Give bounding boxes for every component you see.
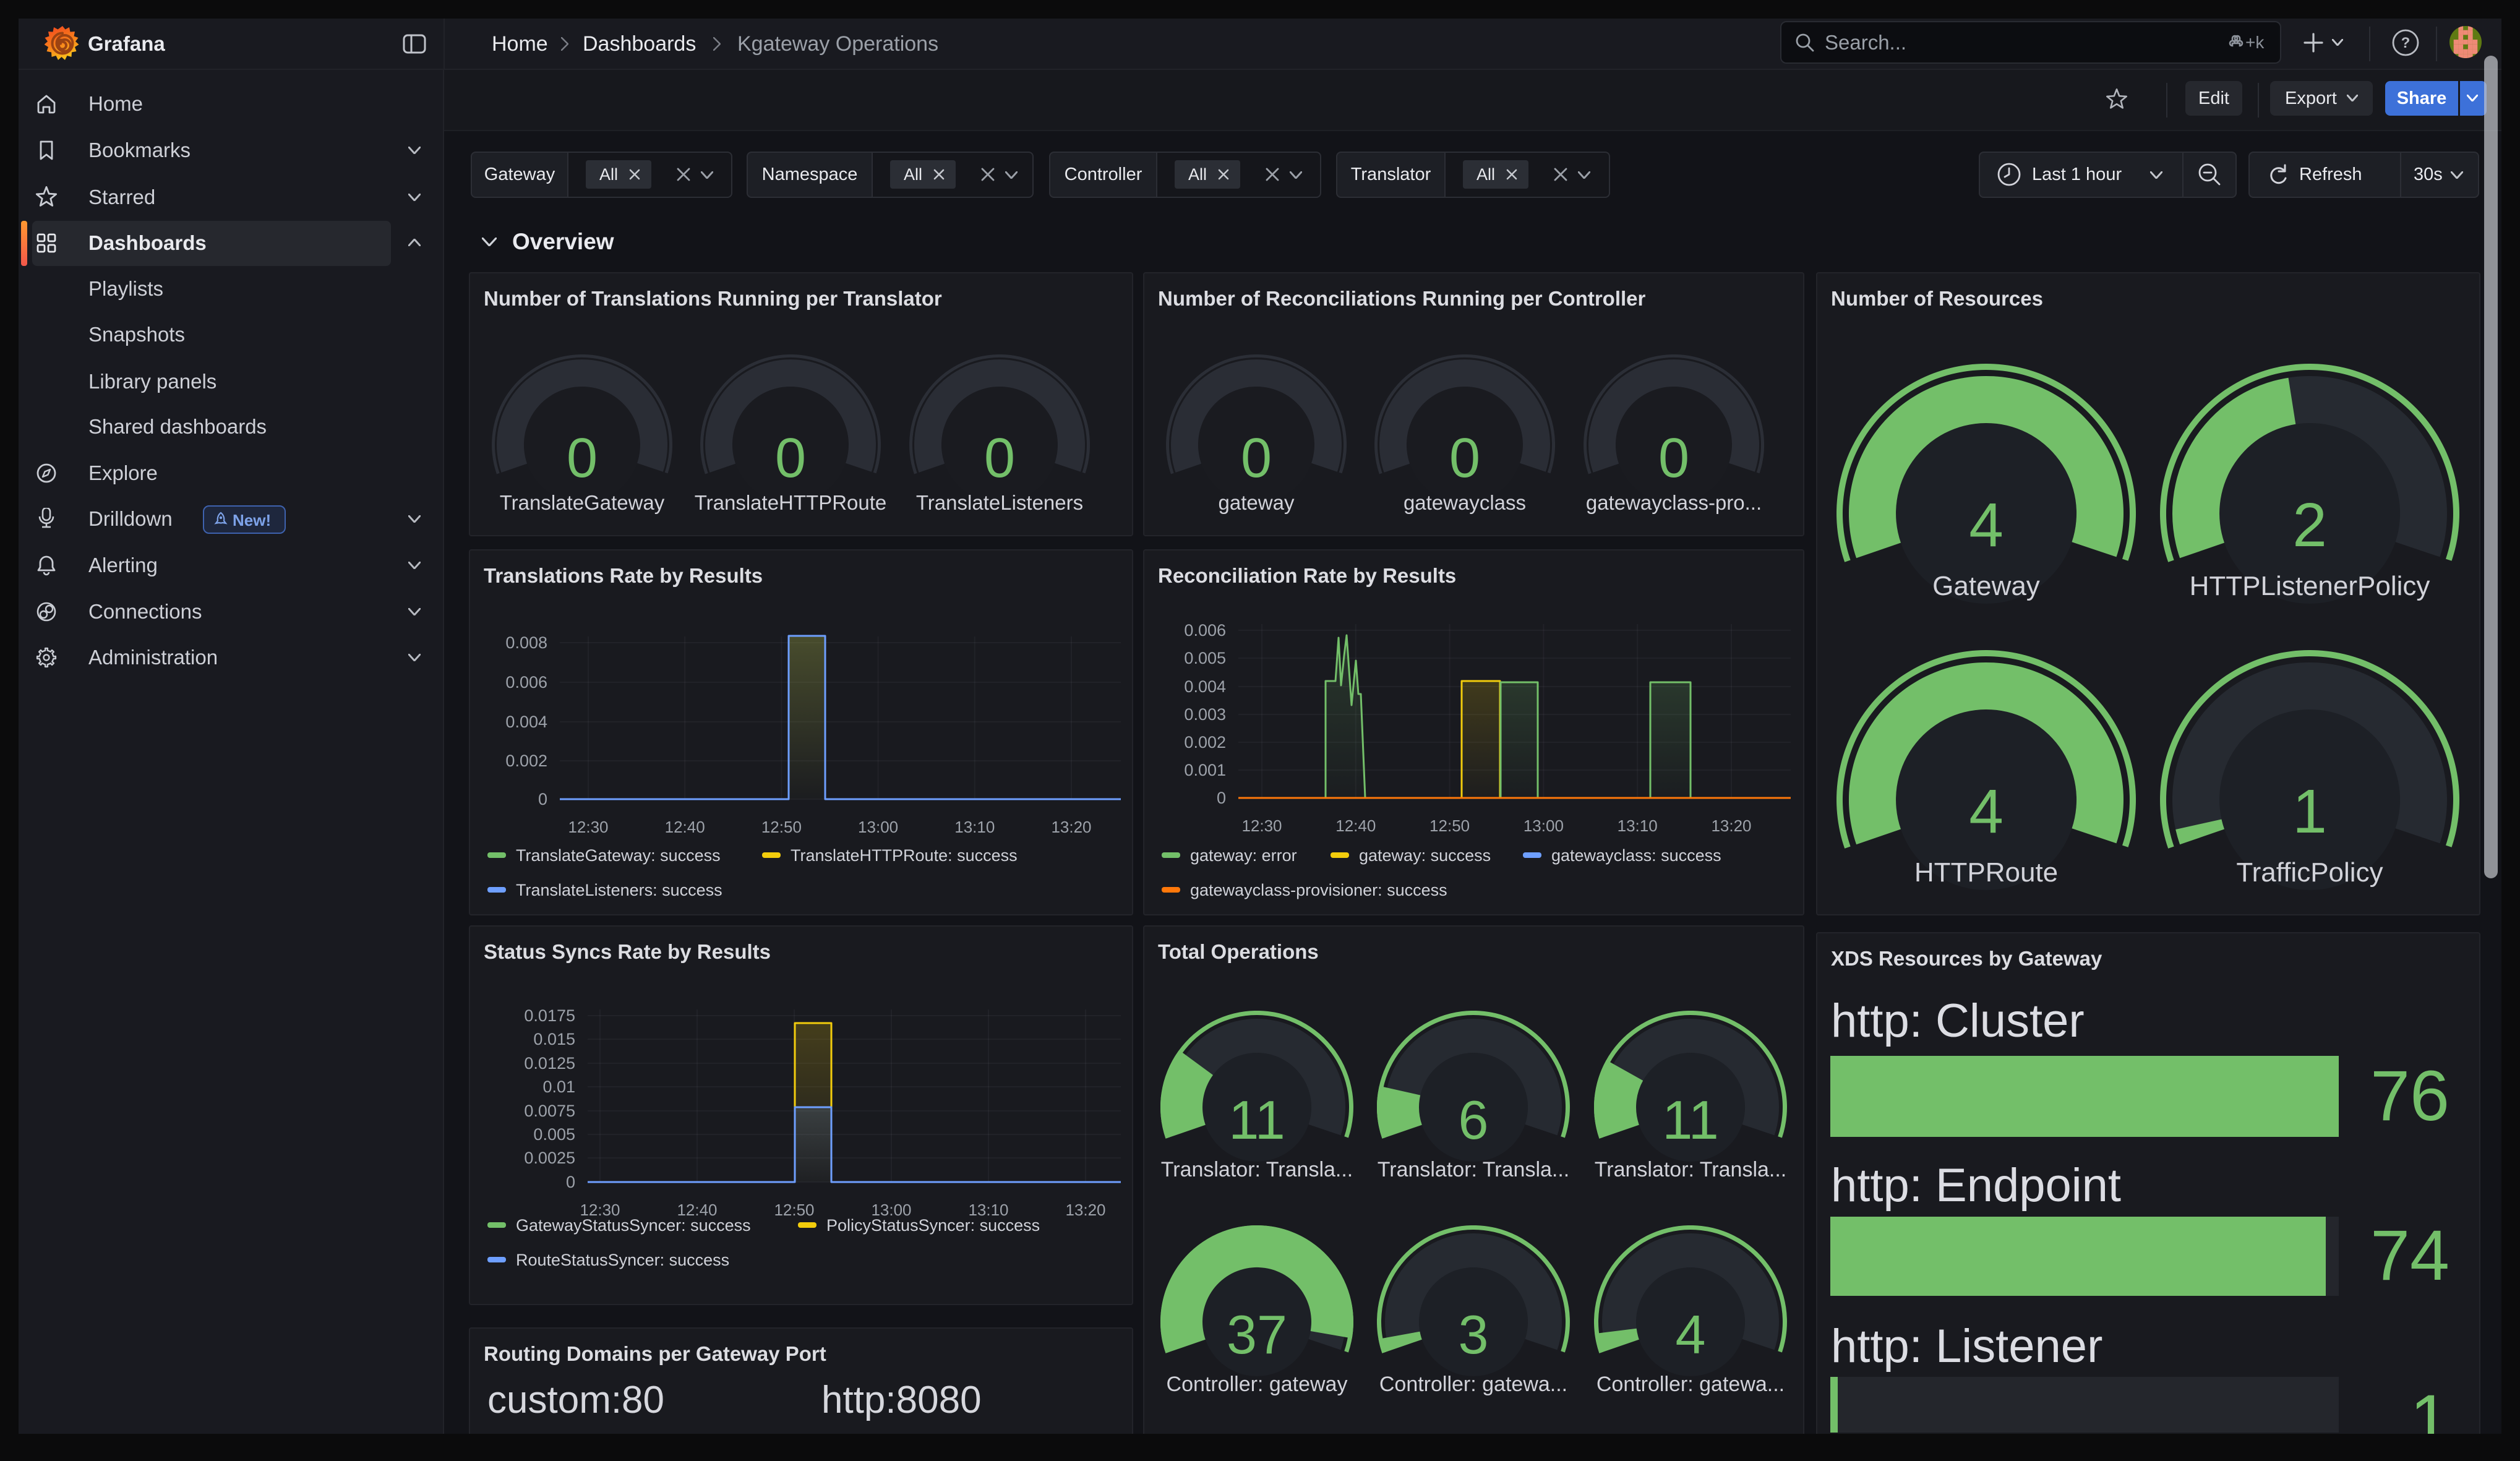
svg-text:?: ? — [2401, 35, 2411, 51]
